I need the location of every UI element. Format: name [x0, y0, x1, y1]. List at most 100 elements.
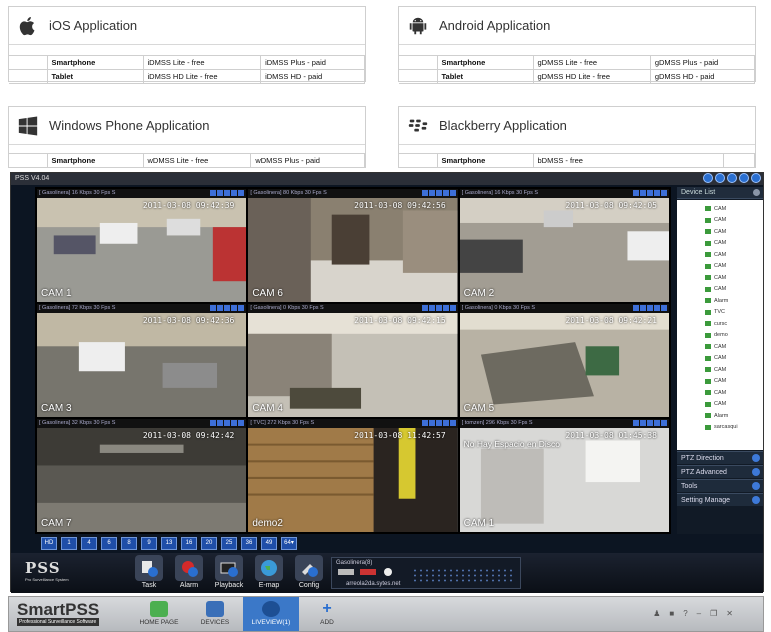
record-icon[interactable] [217, 190, 224, 196]
layout-button[interactable]: 13 [161, 537, 177, 550]
expand-icon[interactable] [752, 496, 760, 504]
layout-button[interactable]: 16 [181, 537, 197, 550]
snapshot-icon[interactable] [421, 190, 428, 196]
camera-cell[interactable]: [ Gasolinera] 0 Kbps 30 Fps S 2011-03-08 … [248, 304, 458, 417]
layout-button[interactable]: 20 [201, 537, 217, 550]
close-icon[interactable] [449, 420, 456, 426]
close-icon[interactable] [449, 190, 456, 196]
record-icon[interactable] [217, 305, 224, 311]
close-icon[interactable]: ✕ [726, 609, 733, 618]
tree-item[interactable]: CAM [705, 341, 763, 353]
panel-ptz-advanced[interactable]: PTZ Advanced [677, 465, 763, 478]
tab-home-page[interactable]: HOME PAGE [131, 597, 187, 631]
audio-icon[interactable] [435, 420, 442, 426]
tool-emap[interactable]: E-map [253, 555, 285, 589]
snapshot-icon[interactable] [632, 305, 639, 311]
zoom-icon[interactable] [231, 305, 238, 311]
panel-tools[interactable]: Tools [677, 479, 763, 492]
record-icon[interactable] [639, 305, 646, 311]
audio-icon[interactable] [224, 305, 231, 311]
tree-item[interactable]: CAM [705, 364, 763, 376]
tree-item[interactable]: Alarm [705, 295, 763, 307]
tool-task[interactable]: Task [133, 555, 165, 589]
restore-icon[interactable]: ❐ [710, 609, 717, 618]
zoom-icon[interactable] [442, 420, 449, 426]
panel-ptz-direction[interactable]: PTZ Direction [677, 451, 763, 464]
device-list-header[interactable]: Device List [677, 187, 763, 199]
layout-button[interactable]: 9 [141, 537, 157, 550]
tree-item[interactable]: CAM [705, 284, 763, 296]
layout-button[interactable]: 64▾ [281, 537, 297, 550]
close-icon[interactable] [238, 305, 245, 311]
device-status-box[interactable]: Gasolinera(8) arreola2da.sytes.net [331, 557, 521, 589]
audio-icon[interactable] [224, 190, 231, 196]
user-icon[interactable]: ♟ [653, 609, 660, 618]
tree-item[interactable]: CAM [705, 376, 763, 388]
camera-cell[interactable]: [ Gasolinera] 16 Kbps 30 Fps S 2011-03-08… [37, 189, 247, 302]
expand-icon[interactable] [752, 454, 760, 462]
zoom-icon[interactable] [231, 190, 238, 196]
layout-button[interactable]: 8 [121, 537, 137, 550]
minimize-icon[interactable] [727, 173, 737, 183]
tree-item[interactable]: CAM [705, 387, 763, 399]
layout-button[interactable]: 4 [81, 537, 97, 550]
camera-cell[interactable]: [ tomzen] 296 Kbps 30 Fps S 2011-03-08 01… [459, 419, 669, 532]
layout-button[interactable]: 25 [221, 537, 237, 550]
audio-icon[interactable] [646, 420, 653, 426]
snapshot-icon[interactable] [210, 305, 217, 311]
tool-alarm[interactable]: Alarm [173, 555, 205, 589]
tree-item[interactable]: CAM [705, 353, 763, 365]
layout-button[interactable]: 36 [241, 537, 257, 550]
tree-item[interactable]: CAM [705, 272, 763, 284]
help-icon[interactable]: ? [683, 609, 687, 618]
layout-button[interactable]: 49 [261, 537, 277, 550]
layout-button[interactable]: 1 [61, 537, 77, 550]
tree-item[interactable]: CAM [705, 226, 763, 238]
tree-item[interactable]: CAM [705, 203, 763, 215]
close-icon[interactable] [238, 420, 245, 426]
snapshot-icon[interactable] [632, 420, 639, 426]
audio-icon[interactable] [646, 305, 653, 311]
audio-icon[interactable] [435, 190, 442, 196]
audio-icon[interactable] [224, 420, 231, 426]
minimize-icon[interactable]: – [697, 609, 701, 618]
close-icon[interactable] [751, 173, 761, 183]
snapshot-icon[interactable] [632, 190, 639, 196]
tree-item[interactable]: cursc [705, 318, 763, 330]
tree-item[interactable]: CAM [705, 261, 763, 273]
tool-config[interactable]: Config [293, 555, 325, 589]
record-icon[interactable] [428, 305, 435, 311]
zoom-icon[interactable] [653, 190, 660, 196]
expand-icon[interactable] [752, 468, 760, 476]
layout-button[interactable]: HD [41, 537, 57, 550]
zoom-icon[interactable] [653, 305, 660, 311]
expand-icon[interactable] [752, 482, 760, 490]
record-icon[interactable] [639, 420, 646, 426]
audio-icon[interactable] [435, 305, 442, 311]
tab-devices[interactable]: DEVICES [187, 597, 243, 631]
zoom-icon[interactable] [653, 420, 660, 426]
tree-item[interactable]: CAM [705, 215, 763, 227]
audio-icon[interactable] [646, 190, 653, 196]
maximize-icon[interactable] [739, 173, 749, 183]
help-icon[interactable] [703, 173, 713, 183]
close-icon[interactable] [660, 190, 667, 196]
tree-item[interactable]: TVC [705, 307, 763, 319]
camera-cell[interactable]: [ TVC] 272 Kbps 30 Fps S 2011-03-08 11:42… [248, 419, 458, 532]
zoom-icon[interactable] [442, 190, 449, 196]
record-icon[interactable] [428, 190, 435, 196]
tree-item[interactable]: CAM [705, 399, 763, 411]
tree-item[interactable]: Alarm [705, 410, 763, 422]
tree-item[interactable]: CAM [705, 238, 763, 250]
snapshot-icon[interactable] [210, 190, 217, 196]
tab-add[interactable]: + ADD [299, 597, 355, 631]
snapshot-icon[interactable] [210, 420, 217, 426]
tool-playback[interactable]: Playback [213, 555, 245, 589]
tree-item[interactable]: sarcasqui [705, 422, 763, 434]
record-icon[interactable] [217, 420, 224, 426]
snapshot-icon[interactable] [421, 420, 428, 426]
panel-setting-manage[interactable]: Setting Manage [677, 493, 763, 506]
lock-icon[interactable]: ■ [669, 609, 674, 618]
snapshot-icon[interactable] [421, 305, 428, 311]
camera-cell[interactable]: [ Gasolinera] 72 Kbps 30 Fps S 2011-03-08… [37, 304, 247, 417]
